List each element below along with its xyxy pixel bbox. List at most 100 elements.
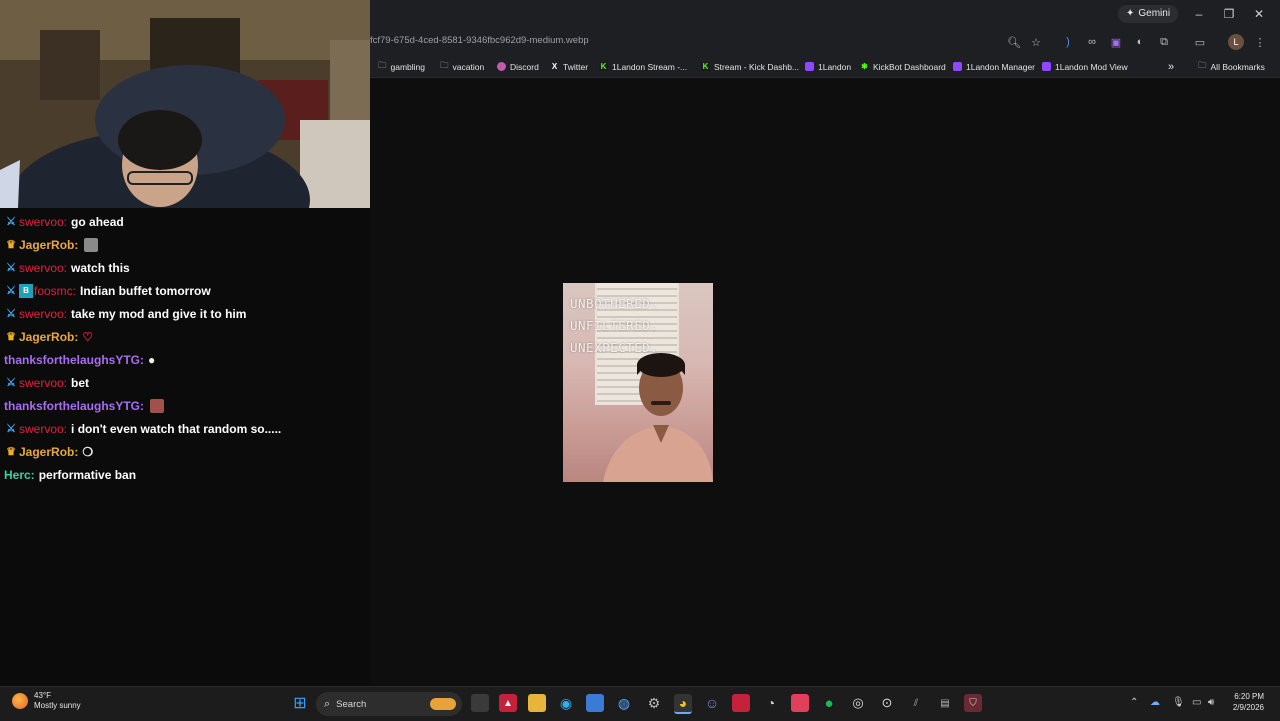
twitch-extension-icon[interactable]: ▣ <box>1108 34 1124 50</box>
chat-text: go ahead <box>71 214 124 229</box>
sword-badge-icon: ⚔ <box>6 262 16 274</box>
chrome-icon[interactable]: ◕ <box>674 694 692 714</box>
chat-username: foosmc: <box>34 283 77 298</box>
tray-overflow-icon[interactable]: ⌃ <box>1130 697 1138 708</box>
weather-sun-icon <box>12 693 28 709</box>
chat-message: ⚔ swervoo: watch this <box>4 256 370 279</box>
bookmark-star-icon[interactable]: ☆ <box>1028 34 1044 50</box>
kick-icon: K <box>599 62 608 71</box>
file-explorer-icon[interactable] <box>528 694 546 712</box>
chat-message: ⚔ swervoo: go ahead <box>4 210 370 233</box>
bookmark-gambling[interactable]: 🗀 gambling <box>378 59 425 74</box>
app-red-icon[interactable]: ▲ <box>499 694 517 712</box>
edge-icon[interactable]: ◉ <box>557 694 575 712</box>
bookmark-discord[interactable]: Discord <box>497 59 539 74</box>
chat-username: swervoo: <box>19 260 68 275</box>
volume-icon[interactable]: 🔊︎ <box>1208 697 1214 708</box>
chat-text: take my mod and give it to him <box>71 306 247 321</box>
cloud-icon[interactable]: ☁ <box>1150 697 1160 708</box>
sword-badge-icon: ⚔ <box>6 377 16 389</box>
microphone-icon[interactable]: 🎙︎ <box>1172 697 1185 708</box>
chat-text: performative ban <box>38 467 137 482</box>
heart-emote-icon: ♡ <box>82 329 94 344</box>
sword-badge-icon: ⚔ <box>6 216 16 228</box>
bookmark-kickbot-dashboard[interactable]: ✱ KickBot Dashboard <box>860 59 946 74</box>
spotify-icon[interactable]: ● <box>820 694 838 712</box>
extensions-puzzle-icon[interactable]: ⧉ <box>1156 34 1172 50</box>
folder-icon: 🗀 <box>1198 59 1207 70</box>
displayed-image[interactable]: UNBOTHERED. UNFILTERED. UNEXPECTED. <box>563 283 713 482</box>
app-arrow-icon[interactable]: ⊙ <box>878 694 896 712</box>
browser-toolbar: fcf79-675d-4ced-8581-9346fbc962d9-medium… <box>370 28 1280 56</box>
chat-message: ⚔ swervoo: bet <box>4 371 370 394</box>
bookmark-vacation[interactable]: 🗀 vacation <box>440 59 484 74</box>
sword-badge-icon: ⚔ <box>6 423 16 435</box>
chat-username: swervoo: <box>19 375 68 390</box>
clock[interactable]: 6:20 PM 2/9/2026 <box>1224 691 1264 713</box>
chat-message: ⚔ B foosmc: Indian buffet tomorrow <box>4 279 370 302</box>
minimize-button[interactable]: – <box>1184 0 1214 28</box>
settings-gear-icon[interactable]: ⚙ <box>645 694 663 712</box>
profile-avatar[interactable]: L <box>1228 34 1244 50</box>
crown-badge-icon: ♛ <box>6 331 16 343</box>
windows-taskbar: 43°F Mostly sunny ⊞ ⌕ Search ▲ ◉ ◍ ⚙ ◕ ☺… <box>0 686 1280 721</box>
bookmark-1landon[interactable]: 1Landon <box>805 59 851 74</box>
crown-badge-icon: ♛ <box>6 446 16 458</box>
zoom-icon[interactable]: 🔍︎ <box>1006 34 1022 50</box>
address-bar[interactable]: fcf79-675d-4ced-8581-9346fbc962d9-medium… <box>370 35 589 46</box>
menu-kebab-icon[interactable]: ⋮ <box>1252 34 1268 50</box>
discord-icon <box>497 62 506 71</box>
mail-icon[interactable]: ◍ <box>615 694 633 712</box>
bookmarks-bar: 🗀 gambling 🗀 vacation Discord X Twitter … <box>370 56 1280 78</box>
app-timer-icon[interactable]: ◔ <box>762 694 780 712</box>
task-view-icon[interactable] <box>471 694 489 712</box>
chat-username: thanksforthelaughsYTG: <box>4 352 145 367</box>
obs-icon[interactable]: ◎ <box>849 694 867 712</box>
emote-icon: ● <box>148 352 156 367</box>
chat-message: ♛ JagerRob: ♡ <box>4 325 370 348</box>
gemini-button[interactable]: ✦ Gemini <box>1118 5 1179 23</box>
kick-icon: K <box>701 62 710 71</box>
sidepanel-icon[interactable]: ▭ <box>1192 34 1208 50</box>
app-red-square-icon[interactable] <box>732 694 750 712</box>
start-windows-icon[interactable]: ⊞ <box>291 694 309 712</box>
more-bookmarks-button[interactable]: » <box>1168 59 1174 74</box>
chat-overlay: ⚔ swervoo: go ahead ♛ JagerRob: ⚔ swervo… <box>4 210 370 486</box>
app-tools-icon[interactable]: ⫽ <box>907 694 925 712</box>
app-shield-icon[interactable]: ⛉ <box>964 694 982 712</box>
store-icon[interactable] <box>586 694 604 712</box>
bookmark-1landon-manager[interactable]: 1Landon Manager <box>953 59 1035 74</box>
emote-icon: ❍ <box>82 444 94 459</box>
chat-username: thanksforthelaughsYTG: <box>4 398 145 413</box>
weather-widget[interactable]: 43°F Mostly sunny <box>12 691 81 711</box>
sparkle-icon: ✦ <box>1126 8 1135 19</box>
chat-message: ⚔ swervoo: take my mod and give it to hi… <box>4 302 370 325</box>
chat-message: thanksforthelaughsYTG: <box>4 394 370 417</box>
chat-username: swervoo: <box>19 214 68 229</box>
browser-title-bar: ✦ Gemini – ❐ ✕ <box>370 0 1280 28</box>
webcam-scene <box>0 0 370 208</box>
twitch-icon <box>1042 62 1051 71</box>
chat-message: Herc: performative ban <box>4 463 370 486</box>
weather-temp: 43°F <box>34 691 51 700</box>
crown-badge-icon: ♛ <box>6 239 16 251</box>
all-bookmarks-button[interactable]: 🗀 All Bookmarks <box>1198 59 1265 74</box>
calculator-icon[interactable]: ▤ <box>936 694 954 712</box>
bookmark-1landon-mod-view[interactable]: 1Landon Mod View <box>1042 59 1128 74</box>
discord-app-icon[interactable]: ☺ <box>703 694 721 712</box>
read-aloud-icon[interactable]: ) <box>1060 34 1076 50</box>
bookmark-kick-dashboard[interactable]: K Stream - Kick Dashb... <box>701 59 799 74</box>
bookmark-1landon-stream[interactable]: K 1Landon Stream -... <box>599 59 687 74</box>
display-icon[interactable]: ▭ <box>1192 697 1201 708</box>
webcam-overlay <box>0 0 370 208</box>
app-pink-icon[interactable] <box>791 694 809 712</box>
taskbar-search[interactable]: ⌕ Search <box>316 692 462 716</box>
extension-circle-icon[interactable]: ◐ <box>1132 34 1148 50</box>
extension-glasses-icon[interactable]: ∞ <box>1084 34 1100 50</box>
image-viewer <box>370 78 1280 686</box>
close-button[interactable]: ✕ <box>1244 0 1274 28</box>
search-highlight-icon <box>430 698 456 710</box>
chat-username: JagerRob: <box>19 237 79 252</box>
restore-button[interactable]: ❐ <box>1214 0 1244 28</box>
bookmark-twitter[interactable]: X Twitter <box>550 59 588 74</box>
